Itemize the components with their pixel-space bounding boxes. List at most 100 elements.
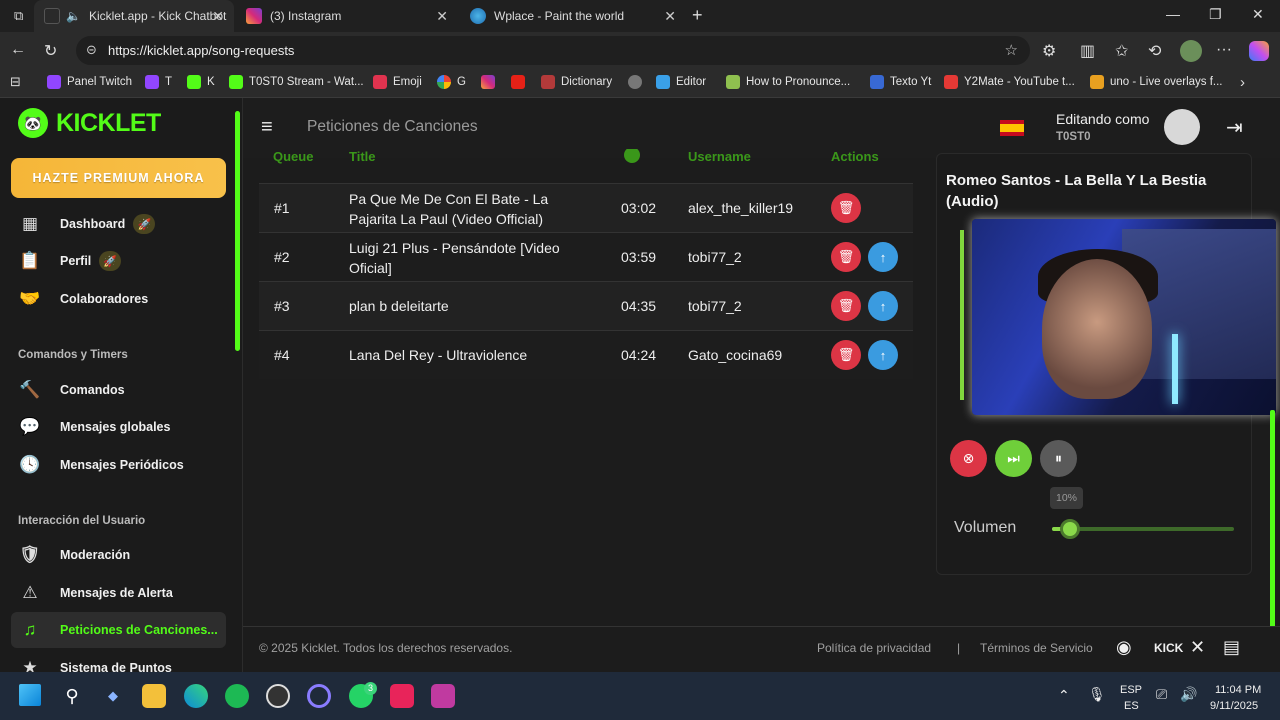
spotify-icon[interactable] (225, 684, 249, 708)
close-tab-icon[interactable]: ✕ (664, 8, 676, 25)
edge-icon[interactable] (184, 684, 208, 708)
copilot-icon[interactable] (1249, 41, 1269, 61)
bookmark-how-to-pronounce[interactable]: How to Pronounce... (726, 75, 850, 89)
column-username: Username (688, 149, 751, 164)
premium-button[interactable]: HAZTE PREMIUM AHORA (11, 158, 226, 198)
spain-flag-icon[interactable] (1000, 120, 1024, 136)
x-icon[interactable]: ✕ (1190, 637, 1205, 658)
bookmark-y2mate[interactable]: Y2Mate - YouTube t... (944, 75, 1075, 89)
sidebar-item-comandos[interactable]: 🔨 Comandos (11, 372, 226, 408)
pause-button[interactable]: ⏸ (1040, 440, 1077, 477)
site-info-icon[interactable]: ⊝ (86, 42, 97, 58)
close-tab-icon[interactable]: ✕ (212, 8, 224, 25)
close-tab-icon[interactable]: ✕ (436, 8, 448, 25)
bookmark-g[interactable]: G (437, 75, 466, 89)
delete-song-button[interactable]: 🗑 (831, 193, 861, 223)
delete-song-button[interactable]: 🗑 (831, 291, 861, 321)
bookmark-emoji[interactable]: Emoji (373, 75, 422, 89)
bookmark-texto-yt[interactable]: Texto Yt (870, 75, 931, 89)
minimize-icon[interactable]: — (1166, 6, 1180, 22)
sidebar-item-moderacion[interactable]: 🛡 Moderación (11, 537, 226, 573)
sidebar-item-mensajes-alerta[interactable]: ⚠ Mensajes de Alerta (11, 575, 226, 611)
bookmark-openai[interactable] (628, 75, 648, 89)
app-icon[interactable]: ◆ (101, 684, 125, 708)
clock-date[interactable]: 9/11/2025 (1210, 700, 1258, 712)
tab-kicklet[interactable]: 🔈 Kicklet.app - Kick Chatbot ar ✕ (34, 0, 234, 32)
bookmark-instagram[interactable] (481, 75, 501, 89)
delete-song-button[interactable]: 🗑 (831, 242, 861, 272)
skip-button[interactable]: ⏭ (995, 440, 1032, 477)
bookmark-youtube[interactable] (511, 75, 531, 89)
bookmark-panel-twitch[interactable]: Panel Twitch (47, 75, 132, 89)
video-preview[interactable] (972, 219, 1276, 415)
reload-icon[interactable]: ↻ (44, 41, 57, 61)
volume-icon[interactable]: 🔊 (1180, 686, 1197, 703)
network-icon[interactable]: ⎚ (1156, 686, 1167, 703)
speaker-icon[interactable]: 🔈 (66, 9, 81, 23)
bookmark-uno[interactable]: uno - Live overlays f... (1090, 75, 1223, 89)
obs-icon[interactable] (266, 684, 290, 708)
sidebar-item-mensajes-globales[interactable]: 💬 Mensajes globales (11, 409, 226, 445)
language-bottom[interactable]: ES (1124, 700, 1139, 712)
bookmark-editor[interactable]: Editor (656, 75, 706, 89)
move-up-button[interactable]: ↑ (868, 242, 898, 272)
address-bar[interactable]: ⊝ https://kicklet.app/song-requests ☆ (76, 36, 1030, 65)
bookmark-t[interactable]: T (145, 75, 172, 89)
tray-chevron-icon[interactable]: ⌃ (1058, 687, 1070, 704)
privacy-link[interactable]: Política de privacidad (817, 641, 931, 655)
file-explorer-icon[interactable] (142, 684, 166, 708)
menu-toggle-icon[interactable]: ≡ (261, 116, 273, 139)
kick-icon[interactable]: KICK (1154, 641, 1183, 655)
microphone-icon[interactable]: 🎙 (1088, 686, 1106, 703)
volume-slider[interactable] (1052, 519, 1234, 539)
move-up-button[interactable]: ↑ (868, 291, 898, 321)
url-text[interactable]: https://kicklet.app/song-requests (108, 43, 294, 58)
search-icon[interactable]: ⚲ (60, 684, 84, 708)
profile-avatar[interactable] (1180, 40, 1202, 62)
table-row: #1 Pa Que Me De Con El Bate - La Pajarit… (259, 183, 913, 232)
logout-icon[interactable]: ⇥ (1226, 115, 1243, 140)
sidebar-item-dashboard[interactable]: ▦ Dashboard 🚀 (11, 206, 226, 242)
sidebar-item-peticiones-canciones[interactable]: ♫ Peticiones de Canciones... (11, 612, 226, 648)
new-tab-icon[interactable]: + (692, 5, 703, 26)
tab-instagram[interactable]: (3) Instagram ✕ (236, 0, 458, 32)
bookmark-tosto-stream[interactable]: T0ST0 Stream - Wat... (229, 75, 364, 89)
move-up-button[interactable]: ↑ (868, 340, 898, 370)
bookmarks-menu-icon[interactable]: ⊟ (10, 74, 21, 90)
close-window-icon[interactable]: ✕ (1252, 6, 1264, 23)
more-icon[interactable]: ··· (1216, 41, 1232, 59)
language-top[interactable]: ESP (1120, 684, 1142, 696)
sidebar-item-colaboradores[interactable]: 🤝 Colaboradores (11, 281, 226, 317)
delete-song-button[interactable]: 🗑 (831, 340, 861, 370)
history-icon[interactable]: ⟲ (1148, 41, 1161, 61)
tab-wplace[interactable]: Wplace - Paint the world ✕ (460, 0, 686, 32)
back-icon[interactable]: ← (10, 41, 26, 59)
kicklet-logo[interactable]: 🐼 KICKLET (18, 108, 161, 138)
bookmark-dictionary[interactable]: Dictionary (541, 75, 612, 89)
app-circle-icon[interactable] (307, 684, 331, 708)
avatar[interactable] (1164, 109, 1200, 145)
chevron-right-icon[interactable]: › (1240, 74, 1245, 91)
maximize-icon[interactable]: ❐ (1209, 6, 1222, 23)
sidebar-item-sistema-puntos[interactable]: ★ Sistema de Puntos (11, 650, 226, 672)
extensions-icon[interactable]: ⚙ (1042, 41, 1056, 61)
globe-icon (470, 8, 486, 24)
sidebar-item-perfil[interactable]: 📋 Perfil 🚀 (11, 243, 226, 279)
clock-icon (624, 149, 640, 163)
bookmark-k[interactable]: K (187, 75, 215, 89)
stop-button[interactable]: ⊗ (950, 440, 987, 477)
table-row: #4 Lana Del Rey - Ultraviolence 04:24 Ga… (259, 330, 913, 379)
windows-start-icon[interactable] (19, 684, 41, 706)
terms-link[interactable]: Términos de Servicio (980, 641, 1093, 655)
clock-time[interactable]: 11:04 PM (1215, 684, 1261, 696)
favorites-icon[interactable]: ✩ (1115, 41, 1128, 61)
favorite-star-icon[interactable]: ☆ (1005, 41, 1018, 59)
app-green-icon[interactable] (431, 684, 455, 708)
tiktok-icon[interactable] (390, 684, 414, 708)
sidebar-item-mensajes-periodicos[interactable]: 🕓 Mensajes Periódicos (11, 447, 226, 483)
document-icon[interactable]: ▤ (1223, 637, 1240, 658)
sidebar-scrollbar[interactable] (235, 111, 240, 351)
split-screen-icon[interactable]: ▥ (1080, 41, 1095, 61)
tab-actions-icon[interactable]: ⧉ (14, 8, 23, 24)
discord-icon[interactable]: ◉ (1116, 637, 1132, 658)
